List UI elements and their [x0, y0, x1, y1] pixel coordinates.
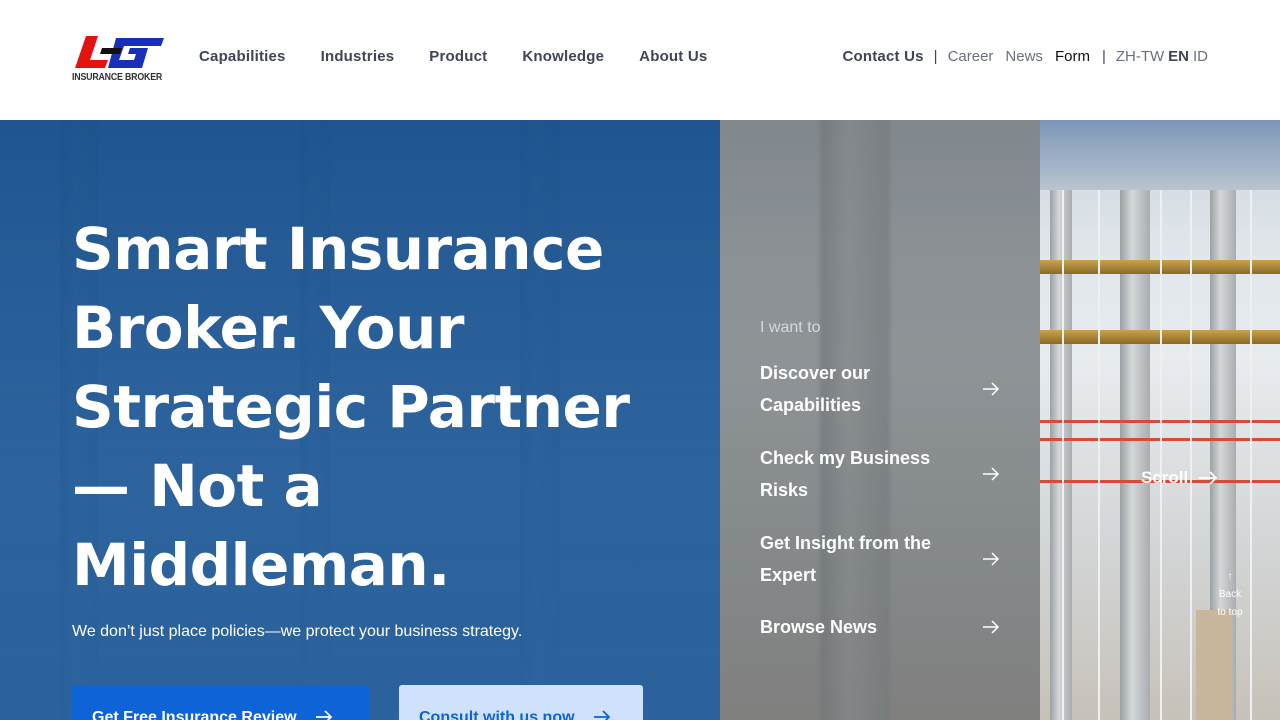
arrow-right-icon	[315, 709, 333, 720]
quick-link-business-risks[interactable]: Check my Business Risks	[760, 442, 1000, 506]
nav-about-us[interactable]: About Us	[639, 48, 707, 65]
divider: |	[1101, 48, 1106, 65]
hero-subline: We don’t just place policies—we protect …	[72, 623, 523, 640]
i-want-to-label: I want to	[760, 319, 821, 336]
main-nav: Capabilities Industries Product Knowledg…	[199, 48, 707, 65]
arrow-up-icon: ↑	[1227, 571, 1233, 582]
back-to-top-label: Back	[1218, 589, 1242, 600]
quick-link-expert-insight[interactable]: Get Insight from the Expert	[760, 527, 1000, 591]
get-free-review-button[interactable]: Get Free Insurance Review	[72, 685, 369, 720]
site-header: INSURANCE BROKER Capabilities Industries…	[0, 0, 1280, 120]
arrow-right-icon	[593, 709, 611, 720]
arrow-right-icon	[983, 620, 1000, 634]
nav-industries[interactable]: Industries	[321, 48, 395, 65]
consult-now-button[interactable]: Consult with us now	[399, 685, 643, 720]
arrow-right-icon	[983, 467, 1000, 481]
logo-wordmark: INSURANCE BROKER	[72, 72, 163, 83]
button-label: Consult with us now	[419, 709, 575, 720]
logo[interactable]: INSURANCE BROKER	[72, 34, 164, 86]
form-link[interactable]: Form	[1055, 48, 1090, 65]
back-to-top-label: to top	[1217, 607, 1243, 618]
arrow-right-icon	[983, 552, 1000, 566]
button-label: Get Free Insurance Review	[92, 709, 297, 720]
nav-capabilities[interactable]: Capabilities	[199, 48, 286, 65]
scroll-button[interactable]: Scroll	[1141, 468, 1218, 488]
lg-logo-icon	[75, 36, 164, 68]
nav-product[interactable]: Product	[429, 48, 487, 65]
career-link[interactable]: Career	[948, 48, 994, 65]
lang-en[interactable]: EN	[1168, 48, 1189, 65]
contact-us-link[interactable]: Contact Us	[842, 48, 923, 65]
scroll-label: Scroll	[1141, 468, 1189, 487]
lang-id[interactable]: ID	[1193, 48, 1208, 65]
quick-link-label: Browse News	[760, 617, 878, 637]
divider: |	[933, 48, 938, 65]
quick-link-label: Check my Business Risks	[760, 448, 931, 500]
utility-nav: Contact Us | Career News Form | ZH-TW EN…	[842, 48, 1208, 65]
back-to-top-button[interactable]: ↑ Back to top	[1212, 568, 1248, 622]
quick-link-label: Get Insight from the Expert	[760, 533, 931, 585]
lang-zh-tw[interactable]: ZH-TW	[1116, 48, 1164, 65]
arrow-right-icon	[983, 382, 1000, 396]
news-link[interactable]: News	[1005, 48, 1043, 65]
quick-link-browse-news[interactable]: Browse News	[760, 611, 1000, 643]
nav-knowledge[interactable]: Knowledge	[522, 48, 604, 65]
hero-section: Smart Insurance Broker. Your Strategic P…	[0, 120, 1280, 720]
quick-link-capabilities[interactable]: Discover our Capabilities	[760, 357, 1000, 421]
arrow-right-icon	[1199, 471, 1218, 485]
hero-headline: Smart Insurance Broker. Your Strategic P…	[72, 215, 630, 599]
quick-link-label: Discover our Capabilities	[760, 363, 871, 415]
